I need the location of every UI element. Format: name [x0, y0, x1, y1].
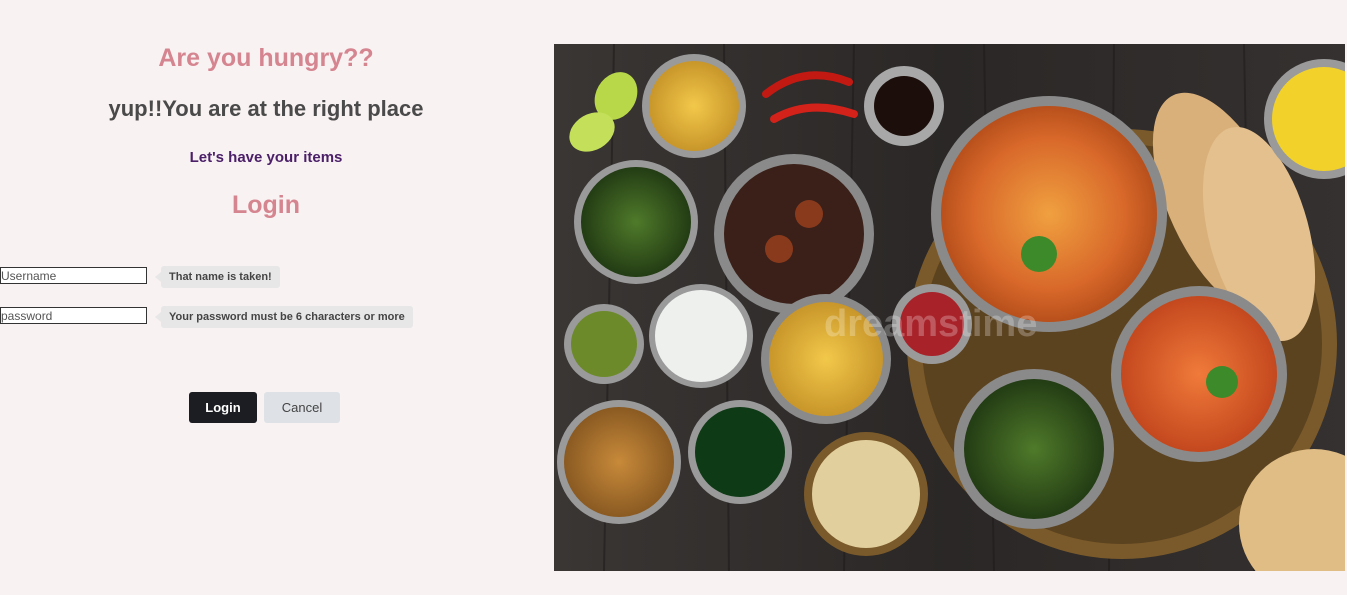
- dark-sauce: [874, 76, 934, 136]
- yellow-dal: [649, 61, 739, 151]
- login-panel: Are you hungry?? yup!!You are at the rig…: [0, 0, 532, 595]
- login-button[interactable]: Login: [189, 392, 257, 423]
- butter-chicken: [1121, 296, 1277, 452]
- password-hint: Your password must be 6 characters or mo…: [155, 306, 413, 328]
- mint-chutney: [571, 311, 637, 377]
- biryani-garnish: [1021, 236, 1057, 272]
- papad: [812, 440, 920, 548]
- raita: [655, 290, 747, 382]
- chicken-tikka: [724, 164, 864, 304]
- food-photo: dreamstime: [554, 44, 1345, 571]
- chana: [564, 407, 674, 517]
- username-hint: That name is taken!: [155, 266, 280, 288]
- username-input[interactable]: [0, 267, 147, 284]
- hungry-heading: Are you hungry??: [158, 44, 374, 72]
- items-subheading: Let's have your items: [189, 149, 343, 166]
- palak-paneer: [964, 379, 1104, 519]
- cancel-button[interactable]: Cancel: [264, 392, 340, 423]
- saag: [581, 167, 691, 277]
- login-title: Login: [231, 191, 301, 219]
- tikka-piece: [765, 235, 793, 263]
- food-illustration: dreamstime: [554, 44, 1345, 571]
- tikka-piece: [795, 200, 823, 228]
- password-input[interactable]: [0, 307, 147, 324]
- green-curry: [695, 407, 785, 497]
- watermark: dreamstime: [824, 303, 1037, 345]
- right-place-heading: yup!!You are at the right place: [108, 96, 424, 121]
- curry-garnish: [1206, 366, 1238, 398]
- biryani: [941, 106, 1157, 322]
